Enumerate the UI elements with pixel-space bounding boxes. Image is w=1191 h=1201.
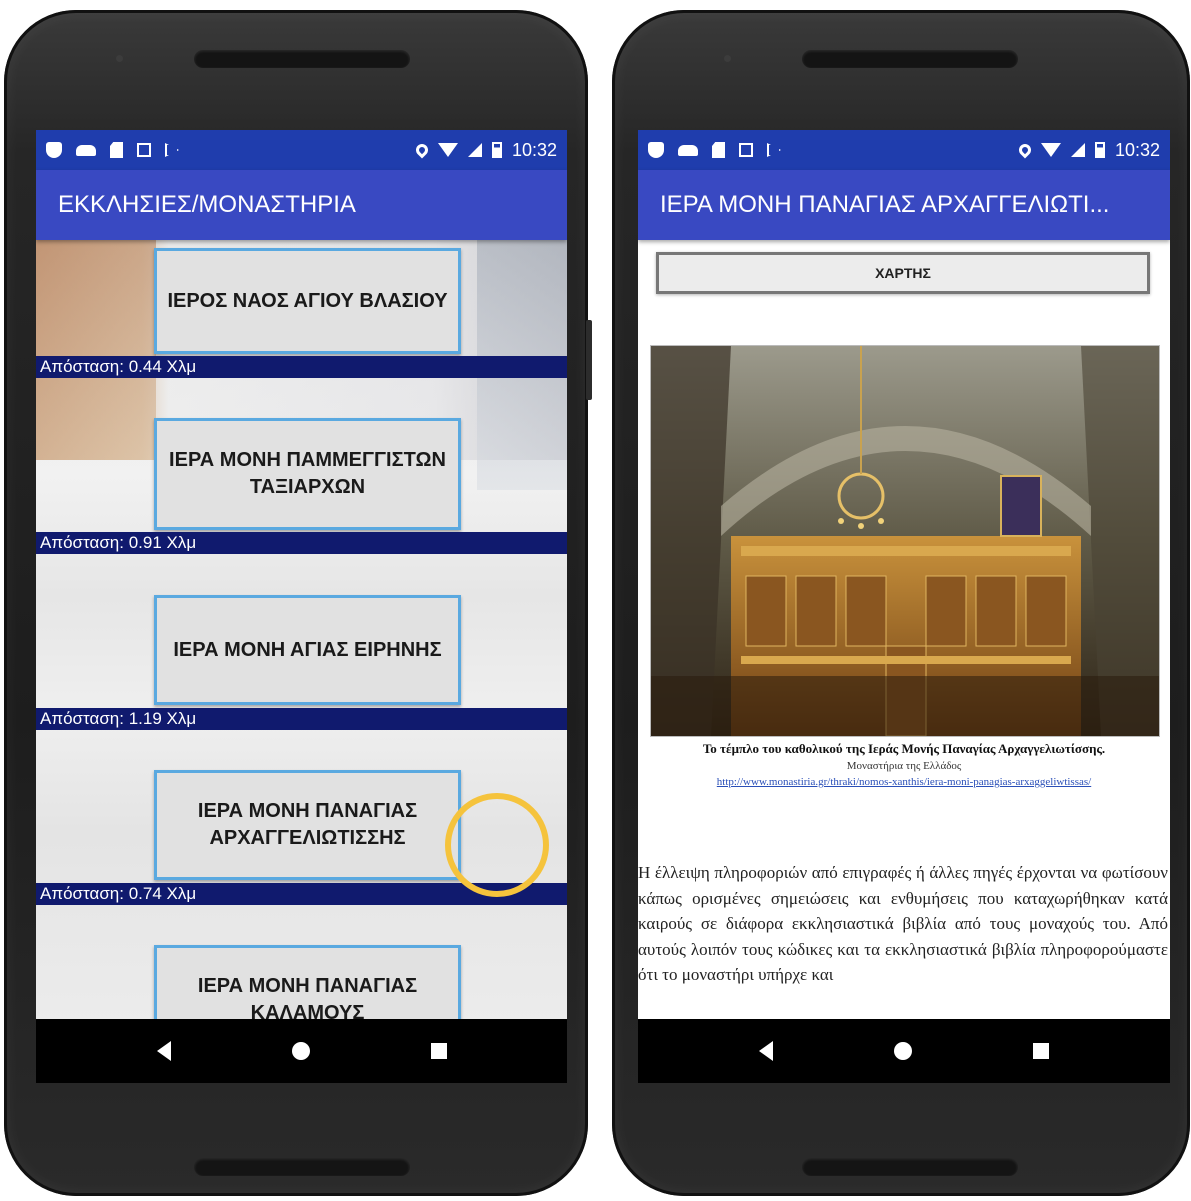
speaker-bottom [802, 1158, 1018, 1176]
speaker-bottom [194, 1158, 410, 1176]
speaker-top [194, 50, 410, 68]
screen: 10:32 ΙΕΡΑ ΜΟΝΗ ΠΑΝΑΓΙΑΣ ΑΡΧΑΓΓΕΛΙΩΤΙ...… [638, 130, 1170, 1083]
screen: 10:32 ΕΚΚΛΗΣΙΕΣ/ΜΟΝΑΣΤΗΡΙΑ ΙΕΡΟΣ ΝΑΟΣ ΑΓ… [36, 130, 567, 1083]
detail-content[interactable]: ΧΑΡΤΗΣ Το τέμπλο του καθολικού της Ιεράς… [638, 240, 1170, 1019]
wifi-icon [1040, 143, 1061, 157]
church-list[interactable]: ΙΕΡΟΣ ΝΑΟΣ ΑΓΙΟΥ ΒΛΑΣΙΟΥ Απόσταση: 0.44 … [36, 240, 567, 1029]
recents-icon[interactable] [1033, 1043, 1050, 1059]
clock: 10:32 [511, 139, 557, 160]
caption-source: Μοναστήρια της Ελλάδος [846, 760, 962, 772]
camera [116, 55, 123, 62]
distance-label: Απόσταση: 0.44 Χλμ [36, 356, 567, 378]
battery-icon [1094, 142, 1105, 158]
phone-right: 10:32 ΙΕΡΑ ΜΟΝΗ ΠΑΝΑΓΙΑΣ ΑΡΧΑΓΓΕΛΙΩΤΙ...… [612, 10, 1190, 1196]
photo-caption: Το τέμπλο του καθολικού της Ιεράς Μονής … [658, 740, 1150, 790]
distance-label: Απόσταση: 0.91 Χλμ [36, 532, 567, 554]
navigation-bar [638, 1019, 1170, 1083]
speaker-top [802, 50, 1018, 68]
wifi-icon [437, 143, 458, 157]
phone-left: 10:32 ΕΚΚΛΗΣΙΕΣ/ΜΟΝΑΣΤΗΡΙΑ ΙΕΡΟΣ ΝΑΟΣ ΑΓ… [4, 10, 592, 1196]
back-icon[interactable] [758, 1041, 773, 1061]
home-icon[interactable] [291, 1042, 310, 1060]
play-icon [165, 143, 179, 157]
church-button-kalamous[interactable]: ΙΕΡΑ ΜΟΝΗ ΠΑΝΑΓΙΑΣ ΚΑΛΑΜΟΥΣ [154, 945, 461, 1029]
background-building-left [36, 240, 156, 460]
page-title: ΙΕΡΑ ΜΟΝΗ ΠΑΝΑΓΙΑΣ ΑΡΧΑΓΓΕΛΙΩΤΙ... [638, 170, 1170, 240]
cloud-icon [678, 144, 698, 156]
sd-card-icon [712, 142, 725, 158]
church-button-taxiarxon[interactable]: ΙΕΡΑ ΜΟΝΗ ΠΑΜΜΕΓΓΙΣΤΩΝ ΤΑΞΙΑΡΧΩΝ [154, 418, 461, 530]
caption-link[interactable]: http://www.monastiria.gr/thraki/nomos-xa… [658, 774, 1150, 790]
map-button[interactable]: ΧΑΡΤΗΣ [656, 252, 1150, 294]
location-icon [1016, 141, 1034, 159]
church-button-agios-vlasios[interactable]: ΙΕΡΟΣ ΝΑΟΣ ΑΓΙΟΥ ΒΛΑΣΙΟΥ [154, 248, 461, 354]
back-icon[interactable] [156, 1041, 171, 1061]
sd-card-icon [110, 142, 123, 158]
clock: 10:32 [1114, 139, 1160, 160]
caption-title: Το τέμπλο του καθολικού της Ιεράς Μονής … [702, 741, 1106, 756]
home-icon[interactable] [893, 1042, 912, 1060]
camera [724, 55, 731, 62]
shield-icon [648, 142, 664, 158]
distance-label: Απόσταση: 1.19 Χλμ [36, 708, 567, 730]
side-button [586, 320, 592, 400]
cloud-icon [76, 144, 96, 156]
status-bar: 10:32 [638, 130, 1170, 170]
image-icon [137, 143, 151, 157]
church-button-archaggeliotissis[interactable]: ΙΕΡΑ ΜΟΝΗ ΠΑΝΑΓΙΑΣ ΑΡΧΑΓΓΕΛΙΩΤΙΣΣΗΣ [154, 770, 461, 880]
image-icon [739, 143, 753, 157]
page-title: ΕΚΚΛΗΣΙΕΣ/ΜΟΝΑΣΤΗΡΙΑ [36, 170, 567, 240]
shield-icon [46, 142, 62, 158]
church-button-agias-eirinis[interactable]: ΙΕΡΑ ΜΟΝΗ ΑΓΙΑΣ ΕΙΡΗΝΗΣ [154, 595, 461, 705]
description-text: Η έλλειψη πληροφοριών από επιγραφές ή άλ… [638, 863, 1168, 984]
location-icon [413, 141, 431, 159]
navigation-bar [36, 1019, 567, 1083]
signal-icon [467, 143, 482, 157]
battery-icon [491, 142, 502, 158]
status-bar: 10:32 [36, 130, 567, 170]
tap-highlight-ring [445, 793, 549, 897]
iconostasis-photo [650, 345, 1160, 737]
signal-icon [1070, 143, 1085, 157]
play-icon [767, 143, 781, 157]
recents-icon[interactable] [430, 1043, 447, 1059]
